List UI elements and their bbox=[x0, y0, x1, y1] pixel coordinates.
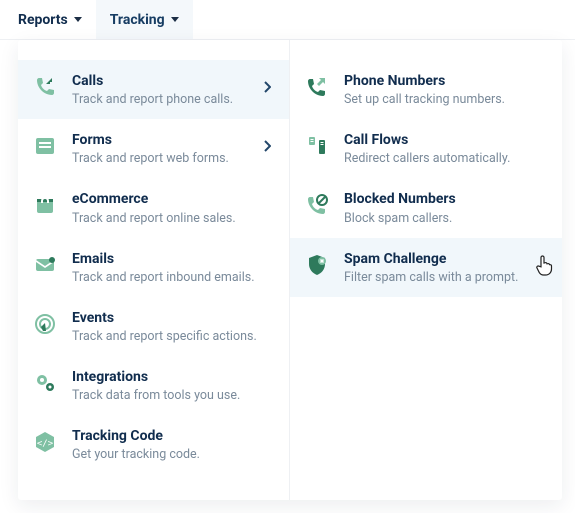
menu-item-subtitle: Track and report web forms. bbox=[72, 151, 255, 166]
block-icon bbox=[304, 192, 330, 218]
touch-icon bbox=[32, 311, 58, 337]
menu-item-emails[interactable]: Emails Track and report inbound emails. bbox=[18, 238, 289, 297]
menu-item-call-flows[interactable]: Call Flows Redirect callers automatically… bbox=[290, 119, 562, 178]
menu-item-subtitle: Redirect callers automatically. bbox=[344, 151, 544, 166]
menu-item-subtitle: Track and report inbound emails. bbox=[72, 270, 271, 285]
menu-item-title: Tracking Code bbox=[72, 427, 271, 445]
menu-item-subtitle: Filter spam calls with a prompt. bbox=[344, 270, 544, 285]
menu-item-title: Emails bbox=[72, 250, 271, 268]
menu-item-subtitle: Track and report specific actions. bbox=[72, 329, 271, 344]
gears-icon bbox=[32, 370, 58, 396]
menu-item-subtitle: Set up call tracking numbers. bbox=[344, 92, 544, 107]
menu-item-subtitle: Track data from tools you use. bbox=[72, 388, 271, 403]
nav-reports-label: Reports bbox=[18, 12, 68, 28]
menu-item-subtitle: Track and report phone calls. bbox=[72, 92, 255, 107]
chevron-right-icon bbox=[263, 78, 271, 97]
tracking-menu-right: Phone Numbers Set up call tracking number… bbox=[290, 40, 562, 500]
menu-item-spam-challenge[interactable]: Spam Challenge Filter spam calls with a p… bbox=[290, 238, 562, 297]
pointer-cursor-icon bbox=[534, 254, 554, 280]
menu-item-title: Spam Challenge bbox=[344, 250, 544, 268]
tracking-menu-left: Calls Track and report phone calls. Forms T… bbox=[18, 40, 290, 500]
menu-item-title: Forms bbox=[72, 131, 255, 149]
menu-item-subtitle: Block spam callers. bbox=[344, 211, 544, 226]
cart-icon bbox=[32, 192, 58, 218]
menu-item-title: eCommerce bbox=[72, 190, 271, 208]
nav-tracking-label: Tracking bbox=[110, 12, 165, 28]
menu-item-title: Calls bbox=[72, 72, 255, 90]
menu-item-title: Integrations bbox=[72, 368, 271, 386]
menu-item-calls[interactable]: Calls Track and report phone calls. bbox=[18, 60, 289, 119]
menu-item-events[interactable]: Events Track and report specific actions. bbox=[18, 297, 289, 356]
menu-item-ecommerce[interactable]: eCommerce Track and report online sales. bbox=[18, 178, 289, 237]
chevron-down-icon bbox=[74, 17, 82, 22]
menu-item-title: Events bbox=[72, 309, 271, 327]
form-icon bbox=[32, 133, 58, 159]
menu-item-subtitle: Track and report online sales. bbox=[72, 211, 271, 226]
menu-item-subtitle: Get your tracking code. bbox=[72, 447, 271, 462]
phone-icon bbox=[304, 74, 330, 100]
flow-icon bbox=[304, 133, 330, 159]
svg-text:</>: </> bbox=[37, 439, 54, 449]
tracking-dropdown: Calls Track and report phone calls. Forms T… bbox=[18, 40, 562, 500]
menu-item-forms[interactable]: Forms Track and report web forms. bbox=[18, 119, 289, 178]
phone-in-icon bbox=[32, 74, 58, 100]
mail-icon bbox=[32, 252, 58, 278]
nav-reports[interactable]: Reports bbox=[4, 0, 96, 39]
menu-item-title: Phone Numbers bbox=[344, 72, 544, 90]
menu-item-title: Call Flows bbox=[344, 131, 544, 149]
chevron-down-icon bbox=[171, 17, 179, 22]
chevron-right-icon bbox=[263, 137, 271, 156]
menu-item-title: Blocked Numbers bbox=[344, 190, 544, 208]
menu-item-blocked-numbers[interactable]: Blocked Numbers Block spam callers. bbox=[290, 178, 562, 237]
menu-item-integrations[interactable]: Integrations Track data from tools you us… bbox=[18, 356, 289, 415]
nav-tracking[interactable]: Tracking bbox=[96, 0, 193, 39]
menu-item-tracking-code[interactable]: </> Tracking Code Get your tracking code. bbox=[18, 415, 289, 474]
code-icon: </> bbox=[32, 429, 58, 455]
shield-icon bbox=[304, 252, 330, 278]
menu-item-phone-numbers[interactable]: Phone Numbers Set up call tracking number… bbox=[290, 60, 562, 119]
